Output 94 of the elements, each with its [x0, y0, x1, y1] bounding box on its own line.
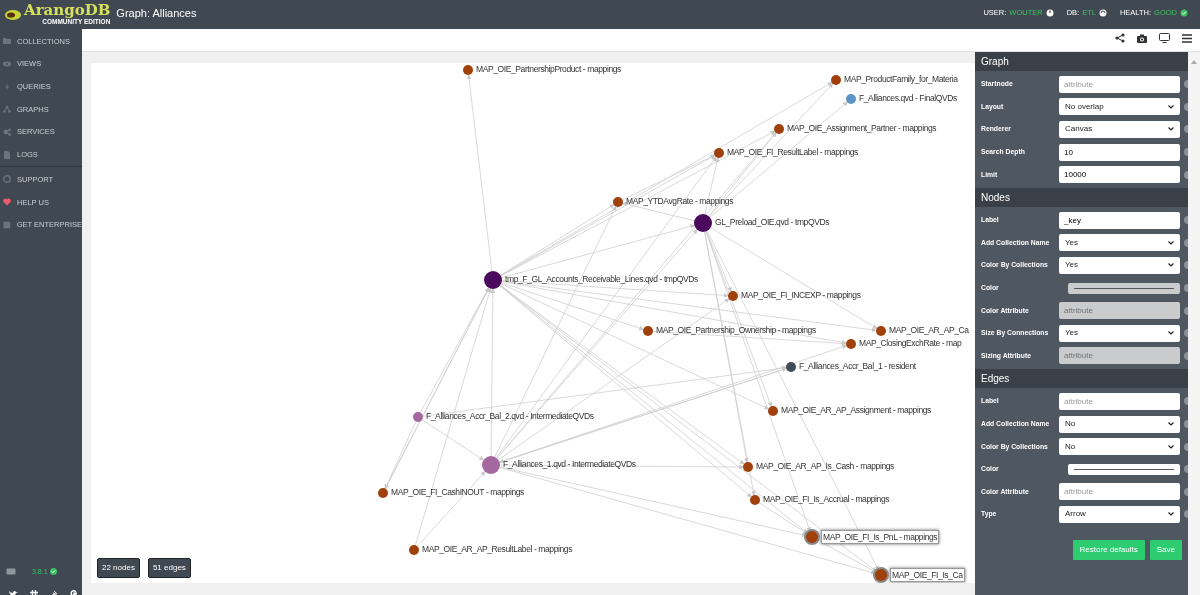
check-circle-icon — [49, 568, 57, 576]
graph-node[interactable] — [876, 326, 886, 336]
refresh-icon[interactable] — [1098, 8, 1107, 17]
chevron-down-icon — [1168, 240, 1174, 245]
input-field[interactable]: attribute — [1059, 483, 1180, 501]
node-label: MAP_OIE_AR_AP_Assignment - mappings — [781, 404, 931, 416]
chevron-down-icon — [1168, 444, 1174, 449]
node-label: MAP_OIE_FI_Is_Accrual - mappings — [763, 493, 890, 505]
avocado-logo-icon — [4, 8, 22, 21]
node-label: F_Alliances_Accr_Bal_2.qvd - IntermediateQVDs — [426, 410, 594, 422]
node-label: MAP_OIE_AR_AP_ResultLabel - mappings — [422, 543, 573, 555]
eye-icon — [3, 60, 11, 69]
menu-icon[interactable] — [1182, 33, 1192, 43]
graph-icon — [3, 105, 11, 114]
keyboard-icon[interactable] — [6, 568, 16, 576]
scrollbar[interactable] — [1188, 52, 1200, 595]
graph-node[interactable] — [694, 214, 712, 232]
node-label: MAP_OIE_Partnership_Ownership - mappings — [656, 324, 816, 336]
document-icon — [3, 150, 11, 159]
graph-node[interactable] — [846, 94, 856, 104]
graph-node[interactable] — [875, 569, 887, 581]
graph-node[interactable] — [613, 197, 623, 207]
node-label: MAP_OIE_PartnershipProduct - mappings — [476, 63, 621, 75]
color-picker[interactable] — [1068, 463, 1180, 475]
select-field[interactable]: No — [1059, 415, 1180, 433]
node-label: MAP_ClosingExchRate - map — [859, 337, 962, 349]
node-label: MAP_OIE_FI_Is_Ca — [890, 568, 965, 582]
section-header: Nodes — [975, 187, 1188, 207]
monitor-icon[interactable] — [1159, 33, 1170, 43]
graph-node[interactable] — [409, 545, 419, 555]
select-field[interactable]: Yes — [1059, 234, 1180, 252]
graph-node[interactable] — [714, 148, 724, 158]
node-label: tmp_F_GL_Accounts_Receivable_Lines.qvd - tmpQVDs — [505, 273, 698, 285]
node-label: F_Alliances_1.qvd - IntermediateQVDs — [503, 458, 636, 470]
chevron-down-icon — [1168, 331, 1174, 336]
graph-node[interactable] — [378, 488, 388, 498]
node-label: F_Alliances_Accr_Bal_1 - resident — [799, 360, 916, 372]
cogs-icon — [3, 128, 11, 137]
node-label: MAP_OIE_FI_CashINOUT - mappings — [391, 486, 524, 498]
node-label: MAP_OIE_Assignment_Partner - mappings — [787, 122, 937, 134]
node-label: MAP_ProductFamily_for_Materia — [844, 73, 958, 85]
graph-node[interactable] — [463, 65, 473, 75]
graph-node[interactable] — [743, 462, 753, 472]
node-label: MAP_YTDAvgRate - mappings — [626, 195, 733, 207]
graph-node[interactable] — [806, 531, 818, 543]
chevron-down-icon — [1168, 263, 1174, 268]
bolt-icon — [3, 82, 11, 91]
node-label: GL_Preload_OIE.qvd - tmpQVDs — [715, 216, 829, 228]
node-label: MAP_OIE_AR_AP_Ca — [889, 324, 969, 336]
graph-node[interactable] — [643, 326, 653, 336]
count-badge: 22 nodes — [97, 558, 140, 578]
graph-node[interactable] — [728, 291, 738, 301]
select-field[interactable]: Yes — [1059, 256, 1180, 274]
input-field[interactable]: attribute — [1059, 392, 1180, 410]
graph-node[interactable] — [750, 495, 760, 505]
chevron-down-icon — [1168, 512, 1174, 517]
square-icon — [3, 220, 11, 229]
select-field[interactable]: No overlap — [1059, 98, 1180, 116]
check-circle-icon — [1180, 8, 1188, 17]
section-header: Graph — [975, 52, 1188, 71]
graph-node[interactable] — [484, 271, 502, 289]
node-label: F_Alliances.qvd - FinalQVDs — [859, 92, 957, 104]
node-label: MAP_OIE_AR_AP_Is_Cash - mappings — [756, 460, 894, 472]
graph-node[interactable] — [846, 339, 856, 349]
select-field[interactable]: Yes — [1059, 324, 1180, 342]
folder-icon — [3, 37, 11, 46]
section-header: Edges — [975, 369, 1188, 389]
graph-node[interactable] — [413, 412, 423, 422]
input-field[interactable]: 10000 — [1059, 166, 1180, 184]
input-field[interactable]: attribute — [1059, 75, 1180, 93]
input-field[interactable]: _key — [1059, 211, 1180, 229]
select-field[interactable]: Arrow — [1059, 505, 1180, 523]
node-label: MAP_OIE_FI_INCEXP - mappings — [741, 289, 861, 301]
graph-node[interactable] — [831, 75, 841, 85]
node-label: MAP_OIE_FI_Is_PnL - mappings — [821, 530, 940, 544]
count-badge: 51 edges — [147, 558, 191, 578]
camera-icon[interactable] — [1137, 33, 1147, 43]
graph-node[interactable] — [768, 406, 778, 416]
power-icon[interactable] — [1045, 8, 1054, 17]
page-title: Graph: Alliances — [116, 6, 197, 21]
select-field[interactable]: Canvas — [1059, 121, 1180, 138]
select-field[interactable]: No — [1059, 438, 1180, 456]
input-field[interactable]: 10 — [1059, 143, 1180, 161]
graph-node[interactable] — [774, 124, 784, 134]
chevron-down-icon — [1168, 127, 1174, 132]
logo-text: ArangoDB — [24, 3, 111, 19]
lifebuoy-icon — [3, 175, 11, 184]
chevron-down-icon — [1168, 422, 1174, 426]
graph-node[interactable] — [786, 362, 796, 372]
node-label: MAP_OIE_FI_ResultLabel - mappings — [727, 146, 858, 158]
graph-node[interactable] — [482, 456, 500, 474]
share-icon[interactable] — [1115, 33, 1125, 43]
chevron-down-icon — [1168, 104, 1174, 109]
heart-icon — [3, 198, 11, 207]
